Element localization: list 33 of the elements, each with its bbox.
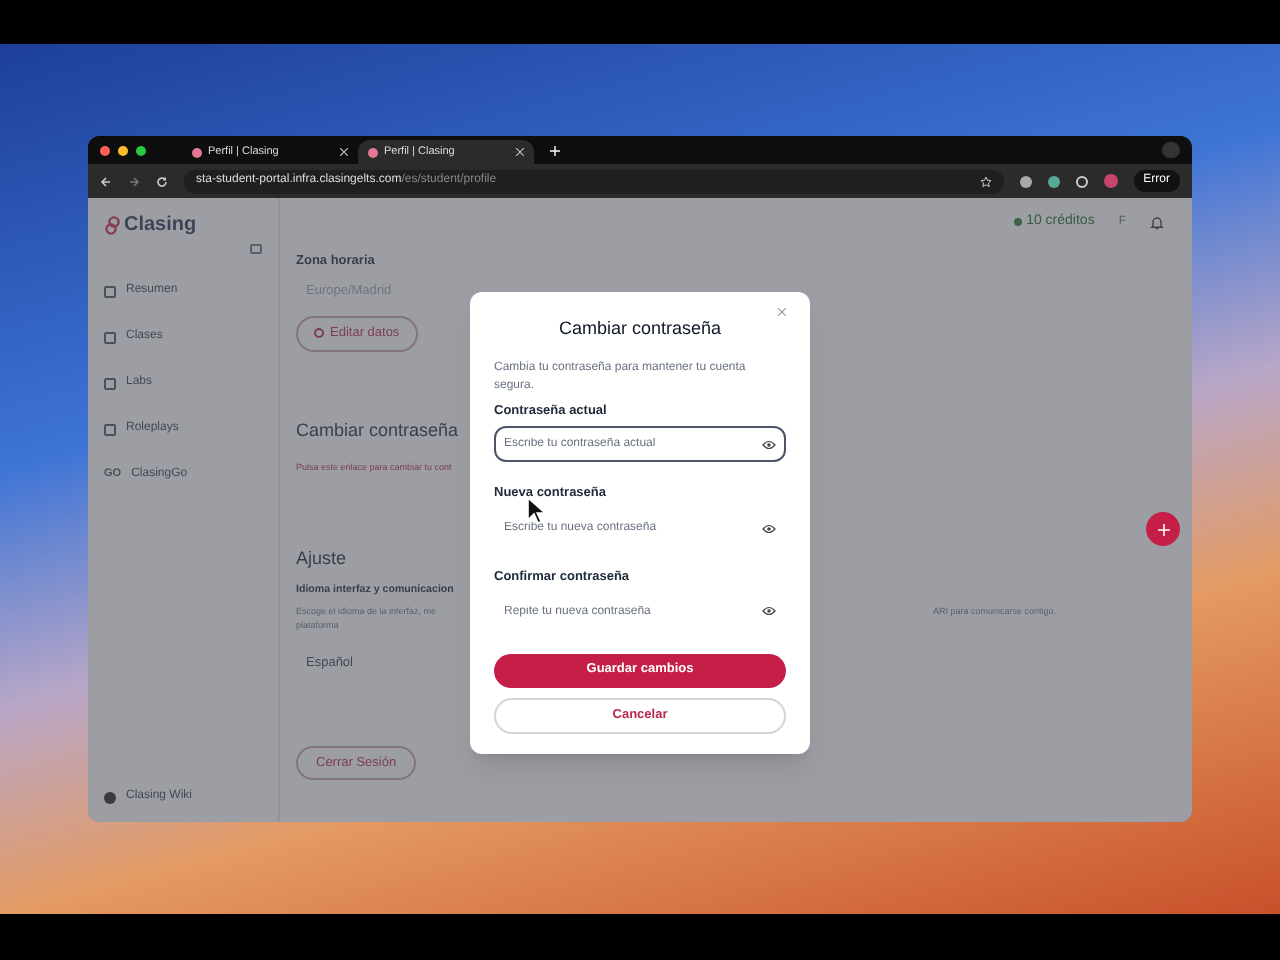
- show-password-icon[interactable]: [762, 439, 776, 450]
- nav-icon: [104, 423, 116, 435]
- nav-icon: [104, 377, 116, 389]
- profile-avatar[interactable]: [1103, 174, 1118, 188]
- nav-icon: [104, 331, 116, 343]
- minimize-window-icon[interactable]: [118, 145, 128, 155]
- mouse-cursor-icon: [526, 496, 546, 524]
- back-icon[interactable]: [100, 175, 112, 187]
- notification-bell-icon[interactable]: [1150, 215, 1164, 229]
- extension-icon[interactable]: [1019, 175, 1032, 187]
- logo-icon: [104, 215, 122, 235]
- show-password-icon[interactable]: [762, 606, 776, 617]
- section-heading: Cambiar contraseña: [296, 417, 459, 443]
- reload-icon[interactable]: [156, 175, 168, 187]
- close-window-icon[interactable]: [100, 145, 110, 155]
- logo-text: Clasing: [124, 212, 197, 240]
- close-icon[interactable]: [778, 308, 786, 316]
- extension-icon[interactable]: [1047, 175, 1060, 187]
- show-password-icon[interactable]: [762, 523, 776, 533]
- star-icon[interactable]: [979, 175, 992, 187]
- credits-icon: [1014, 218, 1023, 226]
- favicon-icon: [368, 147, 378, 157]
- close-tab-icon[interactable]: [516, 148, 524, 156]
- forward-icon[interactable]: [128, 175, 140, 187]
- nav-icon: [104, 285, 116, 297]
- favicon-icon: [192, 147, 202, 157]
- close-tab-icon[interactable]: [340, 148, 348, 156]
- section-heading: Ajuste: [296, 545, 347, 572]
- add-button[interactable]: [1146, 512, 1180, 546]
- wiki-icon: [104, 791, 116, 803]
- new-tab-icon[interactable]: [550, 145, 560, 155]
- dialog-title: Cambiar contraseña: [556, 316, 724, 342]
- maximize-window-icon[interactable]: [136, 145, 146, 155]
